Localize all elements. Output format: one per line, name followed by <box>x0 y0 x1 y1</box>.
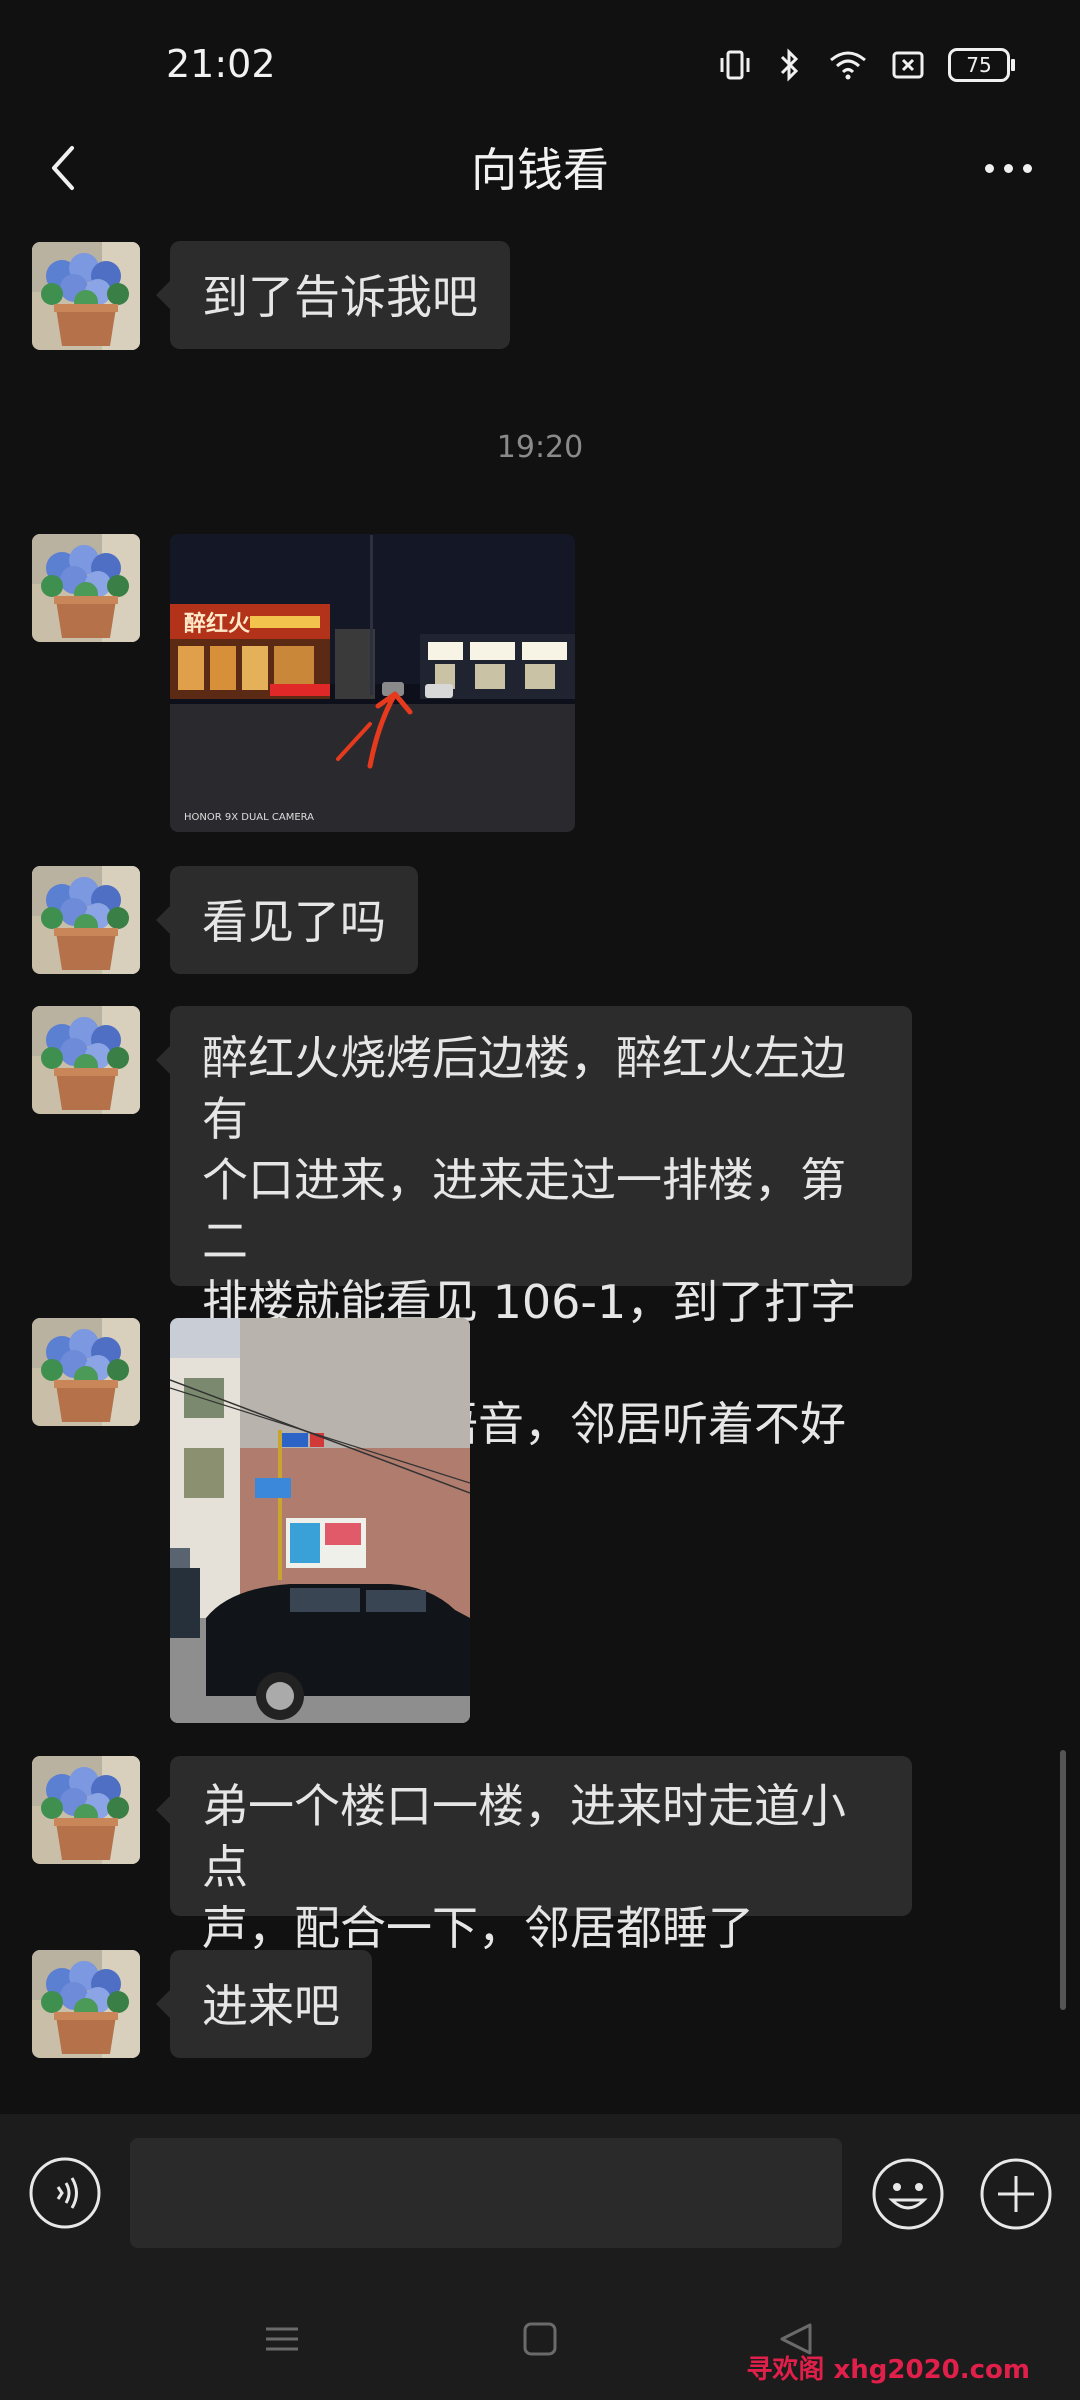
message-bubble[interactable]: 到了告诉我吧 <box>156 241 510 349</box>
contact-avatar[interactable] <box>32 534 140 642</box>
site-watermark: 寻欢阁 xhg2020.com <box>746 2349 1030 2386</box>
contact-avatar[interactable] <box>32 866 140 974</box>
vibrate-icon <box>720 50 750 80</box>
avatar-image <box>32 242 140 350</box>
emoji-icon <box>872 2158 944 2230</box>
watermark-url: xhg2020.com <box>833 2355 1031 2385</box>
more-icon <box>984 163 994 173</box>
home-nav-button[interactable] <box>500 2304 580 2374</box>
watermark-text: 寻欢阁 <box>746 2355 825 2385</box>
message-bubble[interactable]: 进来吧 <box>156 1950 372 2058</box>
contact-avatar[interactable] <box>32 1006 140 1114</box>
avatar-image <box>32 1950 140 2058</box>
avatar-image <box>32 1318 140 1426</box>
system-nav-bar: 寻欢阁 xhg2020.com <box>0 2274 1080 2400</box>
message-timestamp: 19:20 <box>496 430 584 465</box>
battery-icon: 75 <box>948 48 1015 82</box>
message-bubble[interactable]: 看见了吗 <box>156 866 418 974</box>
avatar-image <box>32 534 140 642</box>
status-icons: 75 <box>718 48 1015 82</box>
contact-avatar[interactable] <box>32 1318 140 1426</box>
menu-nav-button[interactable] <box>242 2304 322 2374</box>
image-message[interactable] <box>170 1318 470 1723</box>
sim-icon <box>892 51 924 79</box>
message-text: 到了告诉我吧 <box>202 270 478 324</box>
avatar-image <box>32 866 140 974</box>
chat-title: 向钱看 <box>471 143 609 197</box>
night-street-photo: 醉红火 HONOR 9X DUAL CAMERA <box>170 534 575 832</box>
emoji-button[interactable] <box>870 2156 946 2232</box>
wifi-icon <box>830 51 866 80</box>
chat-scrollbar[interactable] <box>1060 1750 1066 2010</box>
plus-icon <box>980 2158 1052 2230</box>
contact-avatar[interactable] <box>32 1756 140 1864</box>
message-text: 进来吧 <box>202 1979 340 2033</box>
more-functions-button[interactable] <box>978 2156 1054 2232</box>
menu-icon <box>266 2327 298 2351</box>
message-line: 弟一个楼口一楼，进来时走道小点 <box>202 1779 846 1894</box>
home-icon <box>523 2322 557 2356</box>
contact-avatar[interactable] <box>32 1950 140 2058</box>
status-time: 21:02 <box>166 42 276 86</box>
message-line: 个口进来，进来走过一排楼，第二 <box>202 1153 846 1268</box>
image-message[interactable]: 醉红火 HONOR 9X DUAL CAMERA <box>170 534 575 832</box>
avatar-image <box>32 1756 140 1864</box>
input-bar <box>0 2114 1080 2274</box>
status-bar: 21:02 75 <box>0 0 1080 130</box>
message-bubble[interactable]: 醉红火烧烤后边楼，醉红火左边有 个口进来，进来走过一排楼，第二 排楼就能看见 1… <box>156 1006 912 1451</box>
message-line: 醉红火烧烤后边楼，醉红火左边有 <box>202 1031 846 1146</box>
restaurant-sign: 醉红火 <box>184 611 250 637</box>
avatar-image <box>32 1006 140 1114</box>
camera-watermark: HONOR 9X DUAL CAMERA <box>184 812 314 823</box>
voice-button[interactable] <box>28 2156 102 2230</box>
message-bubble[interactable]: 弟一个楼口一楼，进来时走道小点 声，配合一下，邻居都睡了 <box>156 1756 912 1955</box>
contact-avatar[interactable] <box>32 242 140 350</box>
more-button[interactable] <box>972 140 1044 196</box>
bluetooth-icon <box>780 48 799 82</box>
message-input[interactable] <box>130 2138 842 2248</box>
header: 向钱看 <box>0 130 1080 210</box>
building-photo <box>170 1318 470 1723</box>
voice-icon <box>29 2157 101 2229</box>
chat-screen: 21:02 75 向钱看 到了告诉我吧 19:20 醉红火 HONOR 9X D… <box>0 0 1080 2400</box>
message-text: 看见了吗 <box>202 895 386 949</box>
